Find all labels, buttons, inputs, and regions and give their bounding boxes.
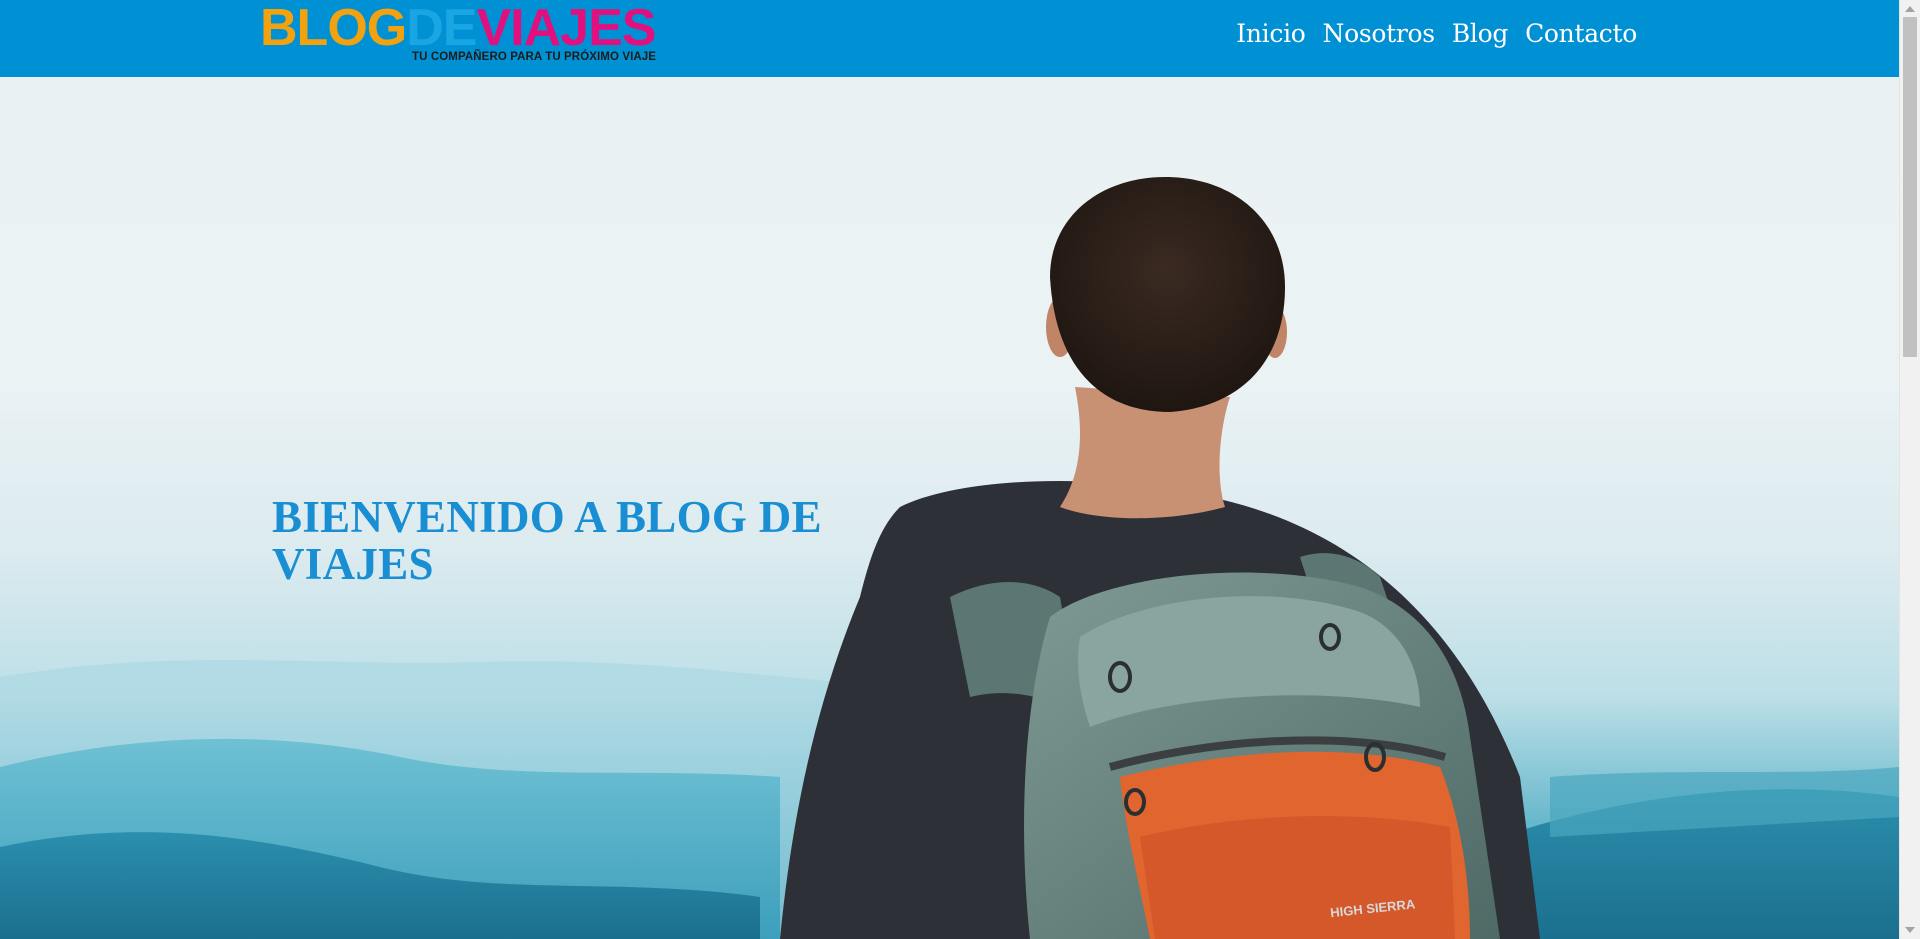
logo-part-de: DE xyxy=(406,0,477,57)
nav-link-inicio[interactable]: Inicio xyxy=(1236,16,1306,52)
nav-link-blog[interactable]: Blog xyxy=(1452,16,1509,52)
hero-section: HIGH SIERRA BIENVENIDO A BLOG DE VIAJES xyxy=(0,77,1899,939)
scroll-up-icon[interactable] xyxy=(1905,6,1915,12)
scroll-down-icon[interactable] xyxy=(1905,927,1915,933)
logo-part-viajes: VIAJES xyxy=(476,0,656,57)
site-header: BLOGDEVIAJES TU COMPAÑERO PARA TU PRÓXIM… xyxy=(0,0,1899,77)
nav-link-nosotros[interactable]: Nosotros xyxy=(1323,16,1436,52)
logo-tagline: TU COMPAÑERO PARA TU PRÓXIMO VIAJE xyxy=(412,51,657,63)
nav-link-contacto[interactable]: Contacto xyxy=(1525,16,1637,52)
page-scrollbar[interactable] xyxy=(1899,0,1920,939)
scrollbar-thumb[interactable] xyxy=(1903,17,1917,357)
page: BLOGDEVIAJES TU COMPAÑERO PARA TU PRÓXIM… xyxy=(0,0,1920,939)
main-nav: Inicio Nosotros Blog Contacto xyxy=(1236,16,1637,52)
hero-title: BIENVENIDO A BLOG DE VIAJES xyxy=(272,492,822,589)
logo-wordmark: BLOGDEVIAJES xyxy=(260,0,656,57)
site-logo[interactable]: BLOGDEVIAJES TU COMPAÑERO PARA TU PRÓXIM… xyxy=(260,2,670,68)
logo-part-blog: BLOG xyxy=(260,0,407,57)
